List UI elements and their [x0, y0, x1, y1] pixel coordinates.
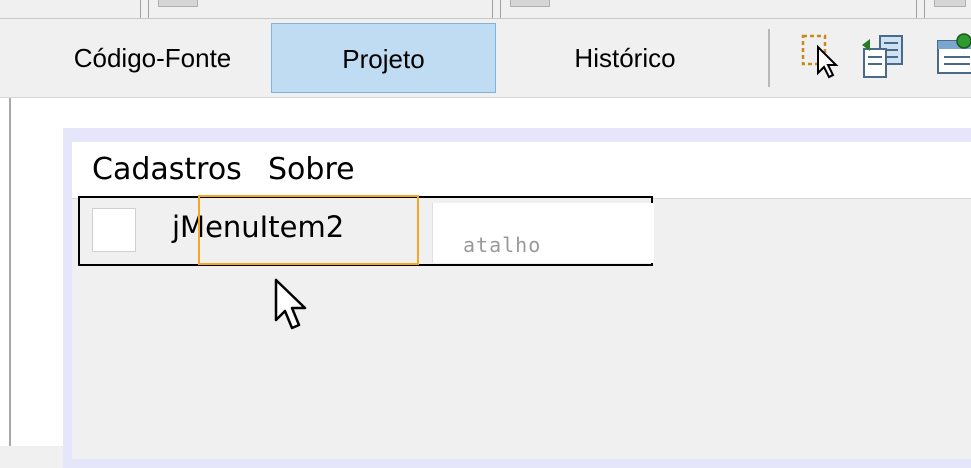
preview-design-icon[interactable]: [934, 33, 971, 79]
shortcut-field[interactable]: atalho: [432, 203, 654, 263]
strip-divider: [492, 0, 493, 18]
strip-divider: [140, 0, 141, 18]
tab-design[interactable]: Projeto: [271, 23, 496, 93]
menu-item-checkbox[interactable]: [92, 208, 136, 252]
canvas-left-border: [9, 98, 11, 446]
mouse-pointer-icon: [274, 278, 307, 330]
selection-mode-icon[interactable]: [800, 33, 846, 79]
menu-sobre[interactable]: Sobre: [268, 152, 355, 187]
editor-toolbar: Código-Fonte Projeto Histórico: [0, 19, 971, 98]
tab-source[interactable]: Código-Fonte: [50, 23, 255, 93]
strip-tab[interactable]: [510, 0, 550, 7]
strip-divider: [924, 0, 925, 18]
toolbar-separator: [768, 29, 770, 87]
tab-history[interactable]: Histórico: [525, 23, 725, 93]
strip-divider: [916, 0, 917, 18]
shortcut-placeholder: atalho: [463, 233, 542, 257]
connection-mode-icon[interactable]: [860, 33, 906, 79]
selection-highlight: [198, 195, 419, 265]
menu-popup: jMenuItem2 atalho: [78, 195, 654, 266]
strip-divider: [148, 0, 149, 18]
strip-tab[interactable]: [158, 0, 198, 7]
design-canvas[interactable]: Cadastros Sobre jMenuItem2 atalho: [0, 98, 971, 468]
strip-divider: [500, 0, 501, 18]
window-top-strip: [0, 0, 971, 19]
menu-bar[interactable]: Cadastros Sobre: [72, 142, 971, 198]
strip-tab[interactable]: [934, 0, 966, 7]
menu-cadastros[interactable]: Cadastros: [92, 152, 242, 187]
